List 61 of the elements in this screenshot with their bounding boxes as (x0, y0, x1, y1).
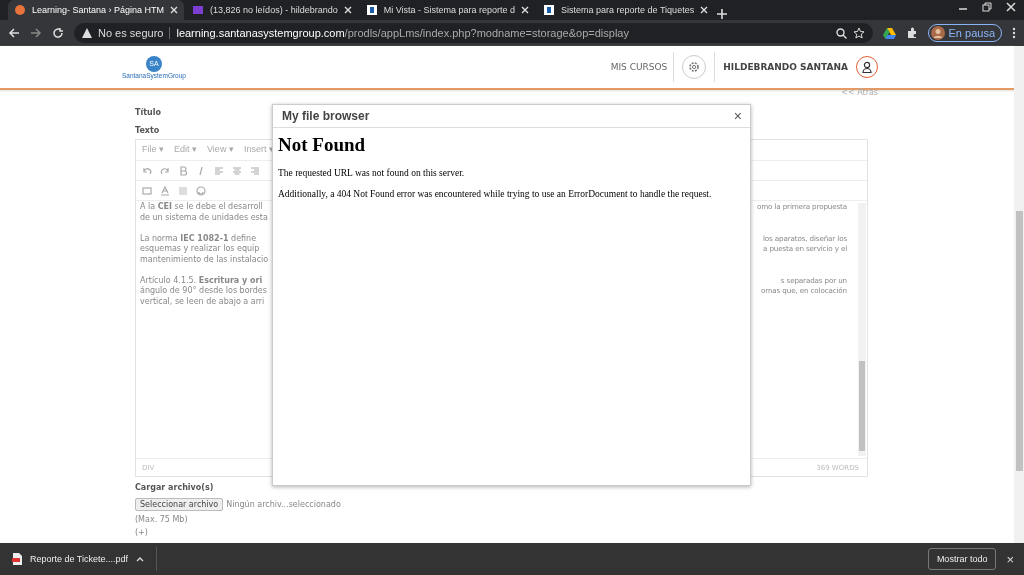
file-status: Ningún archiv...seleccionado (226, 500, 341, 509)
pdf-file-icon (12, 553, 22, 565)
warning-icon (82, 28, 92, 38)
back-icon[interactable] (8, 27, 20, 39)
plus-icon[interactable] (716, 8, 729, 20)
settings-icon (688, 61, 701, 73)
text-color-icon[interactable] (160, 185, 170, 196)
restore-icon[interactable] (982, 2, 992, 12)
paragraph-line: mantenimiento de las instalacio (140, 254, 270, 265)
scrollbar[interactable] (858, 203, 866, 456)
browser-tab[interactable]: Mi Vista - Sistema para reporte d (359, 0, 536, 20)
page-scrollbar[interactable] (1014, 46, 1024, 543)
paragraph-line: vertical, se leen de abajo a arri (140, 296, 266, 307)
error-heading: Not Found (278, 134, 367, 156)
dialog-title: My file browser (282, 109, 370, 123)
error-message: The requested URL was not found on this server. (278, 168, 466, 178)
close-button[interactable]: × (731, 108, 744, 124)
close-button[interactable]: × (1004, 551, 1016, 567)
reload-icon[interactable] (52, 27, 64, 39)
close-icon[interactable] (1006, 2, 1016, 12)
browser-tab[interactable]: (13,826 no leídos) - hildebrando (186, 0, 358, 20)
address-bar[interactable]: No es seguro learning.santanasystemgroup.com/prodls/appLms/index.php?modname=storage&op=display (74, 23, 873, 43)
download-item[interactable]: Reporte de Tickete....pdf (12, 547, 158, 571)
star-icon[interactable] (852, 27, 865, 39)
close-icon[interactable] (170, 6, 179, 14)
show-all-button[interactable]: Mostrar todo (927, 548, 997, 570)
security-label: No es seguro (98, 27, 171, 39)
caret-icon[interactable] (136, 556, 145, 562)
browser-tab[interactable]: Learning- Santana › Página HTM (8, 0, 185, 20)
field-label: Título (135, 108, 161, 117)
paragraph-line: A la CEI se le debe el desarroll (140, 202, 264, 213)
paragraph-line: Artículo 4.1.5. Escritura y ori (140, 275, 264, 286)
paragraph-line: esquemas y realizar los equip (140, 244, 261, 255)
user-name[interactable]: HILDEBRANDO SANTANA (714, 52, 848, 82)
error-message: Additionally, a 404 Not Found error was encountered while trying to use an ErrorDocument to handle the request. (278, 189, 713, 199)
person-icon (862, 61, 872, 73)
extensions-icon[interactable] (905, 27, 918, 39)
close-icon[interactable] (521, 6, 530, 14)
favicon-icon (543, 4, 556, 16)
favicon-icon (14, 4, 26, 16)
paragraph-line: ángulo de 90° desde los bordes (140, 286, 268, 297)
zoom-icon[interactable] (835, 27, 847, 39)
forward-icon[interactable] (30, 27, 42, 39)
url-host: learning.santanasystemgroup.com (176, 27, 345, 39)
paragraph-line: La norma IEC 1082-1 define (140, 233, 258, 244)
close-icon[interactable] (700, 6, 709, 14)
paragraph-line: de un sistema de unidades esta (140, 212, 269, 223)
menu-icon[interactable] (1012, 27, 1016, 39)
favicon-icon (365, 4, 378, 16)
file-button[interactable]: Seleccionar archivo (135, 498, 224, 511)
close-icon[interactable] (343, 6, 352, 14)
field-label: Texto (135, 126, 160, 135)
field-label: Cargar archivo(s) (135, 483, 215, 492)
browser-tab[interactable]: Sistema para reporte de Tiquetes (537, 0, 715, 20)
nav-link[interactable]: MIS CURSOS (610, 52, 675, 82)
drive-icon[interactable] (882, 27, 896, 39)
avatar-icon (930, 26, 945, 40)
favicon-icon (192, 4, 205, 16)
add-more-link[interactable]: (+) (135, 528, 868, 537)
size-hint: (Max. 75 Mb) (135, 515, 189, 524)
url-path: /prodls/appLms/index.php?modname=storage&op=display (344, 27, 629, 39)
